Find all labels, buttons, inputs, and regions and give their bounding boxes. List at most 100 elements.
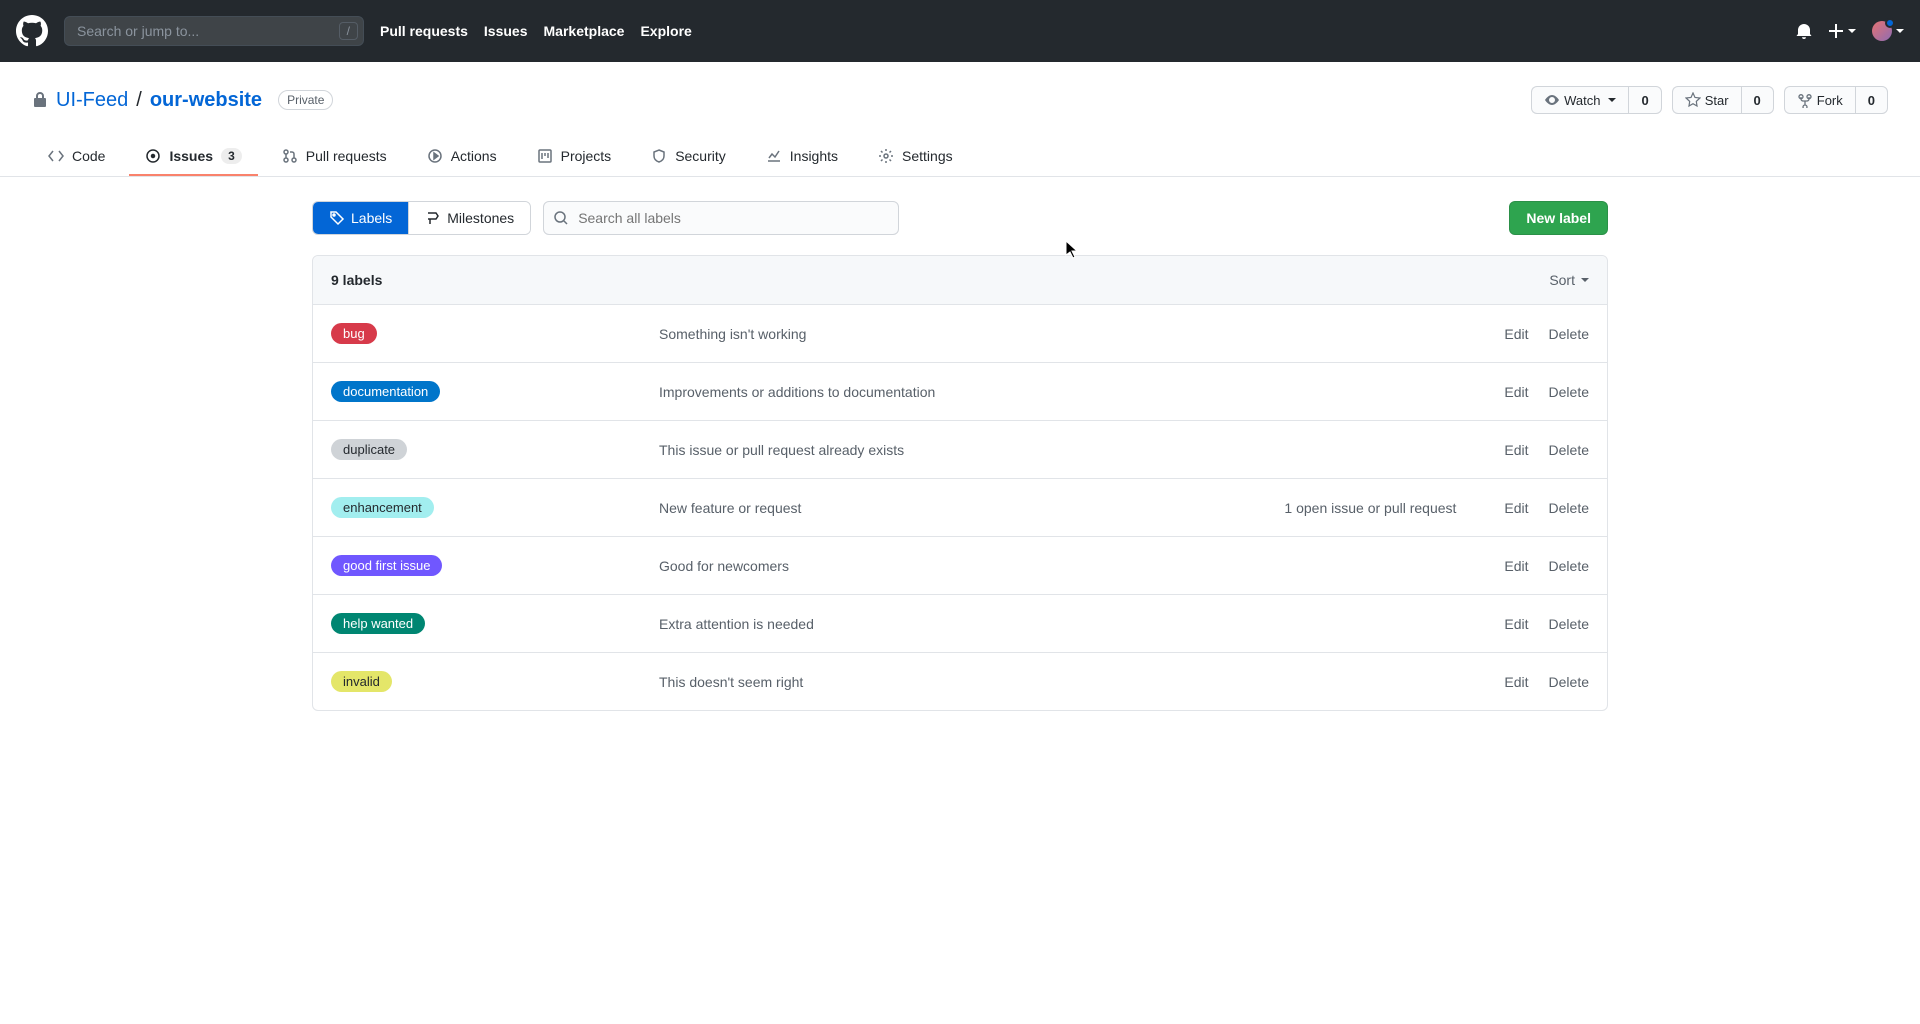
tab-actions[interactable]: Actions [411,138,513,176]
label-pill[interactable]: invalid [331,671,392,692]
watch-count[interactable]: 0 [1628,86,1661,114]
tab-label: Settings [902,148,953,164]
milestones-toggle-label: Milestones [447,210,514,226]
sort-dropdown[interactable]: Sort [1549,272,1589,288]
edit-label-link[interactable]: Edit [1504,442,1528,458]
tab-projects[interactable]: Projects [521,138,628,176]
repo-title: UI-Feed / our-website Private [32,89,333,112]
label-row: help wanted Extra attention is needed Ed… [313,595,1607,653]
nav-explore[interactable]: Explore [640,23,691,39]
status-dot [1885,18,1895,28]
label-row: good first issue Good for newcomers Edit… [313,537,1607,595]
delete-label-link[interactable]: Delete [1549,442,1589,458]
star-button[interactable]: Star [1672,86,1741,114]
label-actions: Edit Delete [1504,616,1589,632]
labels-list-box: 9 labels Sort bug Something isn't workin… [312,255,1608,711]
label-row: bug Something isn't working Edit Delete [313,305,1607,363]
labels-toggle-label: Labels [351,210,392,226]
label-name-cell: enhancement [331,497,659,518]
edit-label-link[interactable]: Edit [1504,674,1528,690]
watch-group: Watch 0 [1531,86,1662,114]
nav-pull-requests[interactable]: Pull requests [380,23,468,39]
label-search-input[interactable] [543,201,899,235]
global-search-input[interactable] [64,16,364,46]
play-icon [427,148,443,164]
global-search: / [64,16,364,46]
label-row: documentation Improvements or additions … [313,363,1607,421]
eye-icon [1544,92,1560,108]
tab-label: Code [72,148,105,164]
milestone-icon [425,210,441,226]
graph-icon [766,148,782,164]
new-label-button[interactable]: New label [1509,201,1608,235]
label-pill[interactable]: enhancement [331,497,434,518]
tag-icon [329,210,345,226]
label-description: This doesn't seem right [659,674,1284,690]
watch-label: Watch [1564,93,1600,108]
delete-label-link[interactable]: Delete [1549,326,1589,342]
star-group: Star 0 [1672,86,1774,114]
tab-issues[interactable]: Issues 3 [129,138,257,176]
notifications-icon[interactable] [1796,23,1812,39]
label-pill[interactable]: good first issue [331,555,442,576]
edit-label-link[interactable]: Edit [1504,384,1528,400]
header-right [1796,21,1904,41]
label-name-cell: documentation [331,381,659,402]
user-menu[interactable] [1872,21,1904,41]
chevron-down-icon [1896,29,1904,33]
tab-pull-requests[interactable]: Pull requests [266,138,403,176]
repo-name-link[interactable]: our-website [150,89,262,112]
git-pull-icon [282,148,298,164]
star-count[interactable]: 0 [1741,86,1774,114]
label-actions: Edit Delete [1504,674,1589,690]
edit-label-link[interactable]: Edit [1504,500,1528,516]
milestones-toggle[interactable]: Milestones [408,202,530,234]
tab-insights[interactable]: Insights [750,138,854,176]
label-meta[interactable]: 1 open issue or pull request [1284,500,1504,516]
tab-settings[interactable]: Settings [862,138,969,176]
edit-label-link[interactable]: Edit [1504,558,1528,574]
fork-count[interactable]: 0 [1855,86,1888,114]
tab-security[interactable]: Security [635,138,742,176]
global-header: / Pull requests Issues Marketplace Explo… [0,0,1920,62]
label-row: invalid This doesn't seem right Edit Del… [313,653,1607,710]
label-search [543,201,899,235]
search-icon [553,210,569,226]
repo-owner-link[interactable]: UI-Feed [56,89,128,112]
tab-code[interactable]: Code [32,138,121,176]
label-description: Good for newcomers [659,558,1284,574]
delete-label-link[interactable]: Delete [1549,384,1589,400]
delete-label-link[interactable]: Delete [1549,558,1589,574]
label-pill[interactable]: bug [331,323,377,344]
edit-label-link[interactable]: Edit [1504,326,1528,342]
label-pill[interactable]: documentation [331,381,440,402]
tab-label: Security [675,148,726,164]
label-actions: Edit Delete [1504,558,1589,574]
label-description: Something isn't working [659,326,1284,342]
fork-button[interactable]: Fork [1784,86,1855,114]
label-actions: Edit Delete [1504,500,1589,516]
labels-toggle[interactable]: Labels [313,202,408,234]
label-name-cell: good first issue [331,555,659,576]
label-pill[interactable]: help wanted [331,613,425,634]
shield-icon [651,148,667,164]
labels-list-header: 9 labels Sort [313,256,1607,305]
create-new-dropdown[interactable] [1828,23,1856,39]
fork-label: Fork [1817,93,1843,108]
delete-label-link[interactable]: Delete [1549,500,1589,516]
label-row: duplicate This issue or pull request alr… [313,421,1607,479]
labels-rows-container: bug Something isn't working Edit Delete … [313,305,1607,710]
watch-button[interactable]: Watch [1531,86,1628,114]
edit-label-link[interactable]: Edit [1504,616,1528,632]
tab-label: Pull requests [306,148,387,164]
nav-issues[interactable]: Issues [484,23,528,39]
label-pill[interactable]: duplicate [331,439,407,460]
delete-label-link[interactable]: Delete [1549,616,1589,632]
nav-marketplace[interactable]: Marketplace [544,23,625,39]
labels-milestones-toggle: Labels Milestones [312,201,531,235]
label-description: Extra attention is needed [659,616,1284,632]
code-icon [48,148,64,164]
labels-subnav: Labels Milestones New label [312,201,1608,235]
github-logo[interactable] [16,15,48,47]
delete-label-link[interactable]: Delete [1549,674,1589,690]
